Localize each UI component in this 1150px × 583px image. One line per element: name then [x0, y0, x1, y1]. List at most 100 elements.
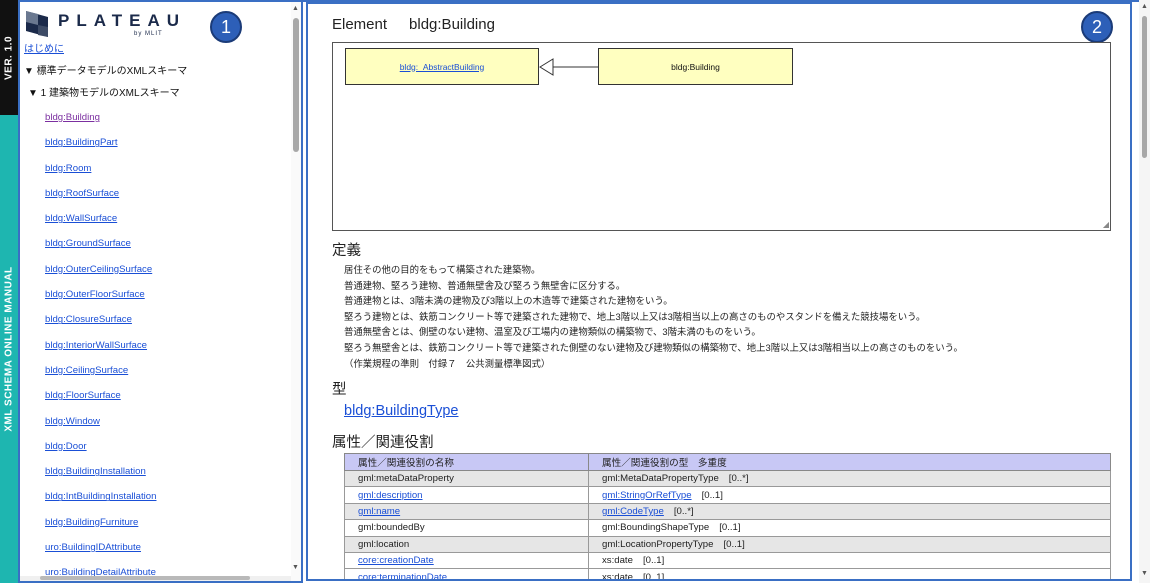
manual-label: XML SCHEMA ONLINE MANUAL — [3, 266, 15, 432]
class-diagram: bldg:_AbstractBuilding bldg:Building ◢ — [332, 42, 1111, 231]
nav-item-room[interactable]: bldg:Room — [24, 159, 290, 184]
attr-type: xs:date — [602, 555, 633, 567]
logo-subtext: by MLIT — [134, 31, 163, 37]
attr-type-cell: gml:LocationPropertyType [0..1] — [588, 535, 1111, 553]
nav-item-building-furniture[interactable]: bldg:BuildingFurniture — [24, 513, 290, 538]
nav-item-building-part[interactable]: bldg:BuildingPart — [24, 133, 290, 158]
nav-item-closure-surface[interactable]: bldg:ClosureSurface — [24, 310, 290, 335]
attr-type: gml:LocationPropertyType — [602, 538, 714, 550]
attr-type: gml:MetaDataPropertyType — [602, 473, 719, 485]
nav-item-door[interactable]: bldg:Door — [24, 437, 290, 462]
definition-line: 堅ろう建物とは、鉄筋コンクリート等で建築された建物で、地上3階以上又は3階相当以… — [344, 310, 926, 322]
scroll-up-icon[interactable]: ▲ — [1141, 3, 1148, 10]
definition-line: 普通建物とは、3階未満の建物及び3階以上の木造等で建築された建物をいう。 — [344, 295, 673, 307]
attr-name: gml:boundedBy — [344, 519, 589, 537]
diagram-parent-class[interactable]: bldg:_AbstractBuilding — [345, 48, 539, 85]
nav-item-outer-floor-surface[interactable]: bldg:OuterFloorSurface — [24, 285, 290, 310]
nav-scrollbar[interactable]: ▲ ▼ — [291, 2, 301, 581]
attr-type: gml:BoundingShapeType — [602, 522, 710, 534]
attr-name-cell: gml:name — [344, 502, 589, 521]
attr-type-link[interactable]: gml:StringOrRefType — [602, 490, 692, 501]
column-header-type: 属性／関連役割の型 多重度 — [588, 453, 1111, 471]
column-header-name: 属性／関連役割の名称 — [344, 453, 589, 471]
nav-item-building-id-attribute[interactable]: uro:BuildingIDAttribute — [24, 538, 290, 563]
nav-intro-link[interactable]: はじめに — [24, 42, 290, 64]
attr-type-cell: gml:StringOrRefType [0..1] — [588, 486, 1111, 504]
nav-item-wall-surface[interactable]: bldg:WallSurface — [24, 209, 290, 234]
manual-strip: XML SCHEMA ONLINE MANUAL — [0, 115, 18, 583]
attr-type-cell: gml:MetaDataPropertyType [0..*] — [588, 469, 1111, 488]
attr-type-cell: gml:BoundingShapeType [0..1] — [588, 519, 1111, 537]
definition-heading: 定義 — [332, 243, 361, 259]
nav-item-window[interactable]: bldg:Window — [24, 412, 290, 437]
definition-line: 居住その他の目的をもって構築された建築物。 — [344, 264, 541, 275]
attr-multiplicity: [0..1] — [642, 555, 665, 567]
nav-item-floor-surface[interactable]: bldg:FloorSurface — [24, 386, 290, 411]
version-strip: VER. 1.0 — [0, 0, 18, 115]
table-row: gml:metaDataProperty gml:MetaDataPropert… — [344, 469, 1111, 488]
table-row: gml:description gml:StringOrRefType [0..1… — [344, 486, 1111, 504]
attr-name-link[interactable]: gml:name — [358, 506, 400, 517]
nav-item-building-installation[interactable]: bldg:BuildingInstallation — [24, 462, 290, 487]
nav-horizontal-scrollbar[interactable] — [20, 576, 291, 581]
nav-list: はじめに ▼ 標準データモデルのXMLスキーマ ▼ 1 建築物モデルのXMLスキ… — [24, 42, 290, 581]
scroll-down-icon[interactable]: ▼ — [1141, 570, 1148, 577]
attr-name-cell: core:creationDate — [344, 551, 589, 570]
attr-name: gml:metaDataProperty — [344, 469, 589, 488]
attr-multiplicity: [0..*] — [673, 505, 694, 517]
type-link[interactable]: bldg:BuildingType — [344, 403, 458, 419]
attr-name-link[interactable]: core:creationDate — [358, 555, 434, 566]
attr-multiplicity: [0..*] — [728, 473, 749, 485]
nav-item-ground-surface[interactable]: bldg:GroundSurface — [24, 234, 290, 259]
side-strip: VER. 1.0 XML SCHEMA ONLINE MANUAL — [0, 0, 18, 583]
attr-name-cell: gml:description — [344, 486, 589, 504]
plateau-logo-icon — [26, 11, 48, 37]
table-row: core:terminationDate xs:date [0..1] — [344, 568, 1111, 581]
nav-item-interior-wall-surface[interactable]: bldg:InteriorWallSurface — [24, 336, 290, 361]
nav-horizontal-scroll-thumb[interactable] — [40, 576, 250, 580]
content-scroll-thumb[interactable] — [1142, 16, 1147, 158]
table-row: gml:location gml:LocationPropertyType [0.… — [344, 535, 1111, 553]
attr-type: xs:date — [602, 571, 633, 581]
attr-multiplicity: [0..1] — [719, 522, 741, 534]
nav-item-int-building-installation[interactable]: bldg:IntBuildingInstallation — [24, 487, 290, 512]
type-heading: 型 — [332, 382, 347, 398]
nav-tree-building-schema[interactable]: ▼ 1 建築物モデルのXMLスキーマ — [24, 86, 290, 108]
attr-multiplicity: [0..1] — [642, 571, 665, 581]
definition-text: 居住その他の目的をもって構築された建築物。 普通建物、堅ろう建物、普通無壁舎及び… — [344, 262, 1104, 371]
scroll-down-icon[interactable]: ▼ — [292, 564, 299, 571]
nav-item-building[interactable]: bldg:Building — [24, 108, 290, 133]
attr-multiplicity: [0..1] — [701, 489, 723, 501]
plateau-logo[interactable]: PLATEAU by MLIT — [24, 9, 179, 41]
nav-scroll-thumb[interactable] — [293, 18, 299, 152]
logo-text: PLATEAU — [58, 11, 187, 30]
attr-name-link[interactable]: core:terminationDate — [358, 572, 447, 579]
nav-item-ceiling-surface[interactable]: bldg:CeilingSurface — [24, 361, 290, 386]
attr-name-cell: core:terminationDate — [344, 568, 589, 579]
attr-type-link[interactable]: gml:CodeType — [602, 506, 664, 517]
nav-item-outer-ceiling-surface[interactable]: bldg:OuterCeilingSurface — [24, 260, 290, 285]
callout-badge-2: 2 — [1081, 11, 1113, 43]
content-frame: 2 Element bldg:Building bldg:_AbstractBui… — [306, 2, 1132, 581]
attr-name: gml:location — [344, 535, 589, 553]
attributes-table: 属性／関連役割の名称 属性／関連役割の型 多重度 gml:metaDataPro… — [344, 453, 1111, 581]
definition-line: 普通無壁舎とは、側壁のない建物、温室及び工場内の建物類似の構築物で、3階未満のも… — [344, 326, 761, 338]
scroll-up-icon[interactable]: ▲ — [292, 5, 299, 12]
attr-type-cell: gml:CodeType [0..*] — [588, 502, 1111, 521]
attr-name-link[interactable]: gml:description — [358, 490, 423, 501]
nav-item-roof-surface[interactable]: bldg:RoofSurface — [24, 184, 290, 209]
diagram-child-class: bldg:Building — [598, 48, 793, 85]
definition-line: （作業規程の準則 付録７ 公共測量標準図式） — [344, 357, 551, 369]
table-row: core:creationDate xs:date [0..1] — [344, 551, 1111, 570]
attr-multiplicity: [0..1] — [723, 538, 745, 550]
nav-tree-schema[interactable]: ▼ 標準データモデルのXMLスキーマ — [24, 64, 290, 86]
attributes-heading: 属性／関連役割 — [332, 435, 434, 451]
table-row: gml:name gml:CodeType [0..*] — [344, 502, 1111, 521]
resize-grip-icon[interactable]: ◢ — [1103, 220, 1109, 229]
attr-type-cell: xs:date [0..1] — [588, 568, 1111, 581]
nav-frame: PLATEAU by MLIT 1 はじめに ▼ 標準データモデルのXMLスキー… — [18, 0, 303, 583]
table-header-row: 属性／関連役割の名称 属性／関連役割の型 多重度 — [344, 453, 1111, 471]
element-name: bldg:Building — [409, 16, 495, 33]
callout-badge-1: 1 — [210, 11, 242, 43]
content-scrollbar[interactable]: ▲ ▼ — [1139, 0, 1150, 583]
